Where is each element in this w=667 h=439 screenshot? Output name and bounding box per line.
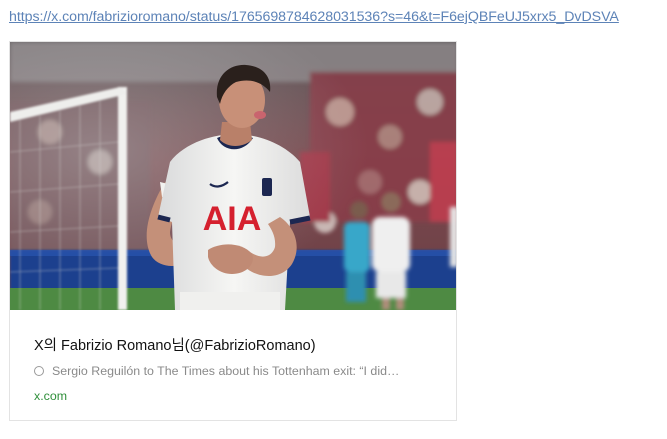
circle-icon: [34, 366, 44, 376]
tweet-url-link[interactable]: https://x.com/fabrizioromano/status/1765…: [9, 9, 664, 25]
preview-image[interactable]: AIA: [10, 42, 457, 310]
preview-description: Sergio Reguilón to The Times about his T…: [34, 362, 432, 380]
preview-description-text: Sergio Reguilón to The Times about his T…: [52, 364, 400, 378]
preview-title[interactable]: X의 Fabrizio Romano님(@FabrizioRomano): [34, 334, 316, 355]
link-preview-card[interactable]: AIA X의 Fabrizio Romano님(@FabrizioRomano)…: [9, 41, 457, 421]
preview-text-area: X의 Fabrizio Romano님(@FabrizioRomano) Ser…: [10, 310, 456, 420]
preview-domain[interactable]: x.com: [34, 389, 67, 403]
shirt-sponsor-text: AIA: [203, 200, 262, 238]
